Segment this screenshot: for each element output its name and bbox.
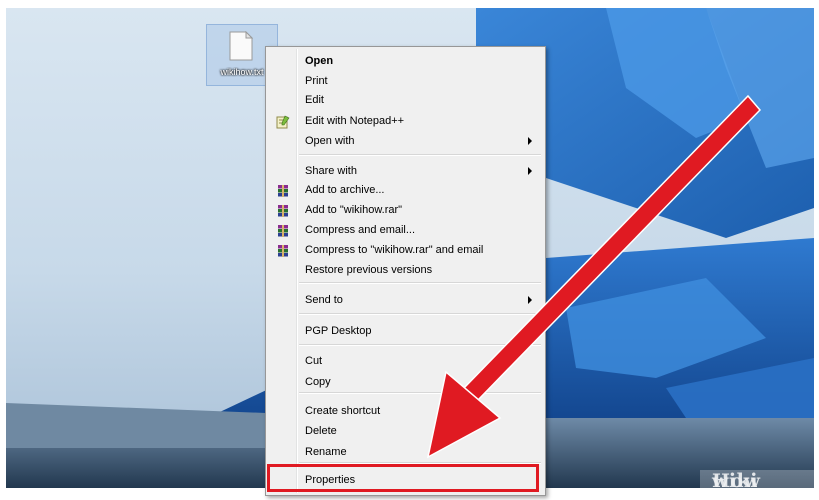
arrow-shaft (462, 94, 762, 402)
watermark-how: How (712, 470, 761, 492)
annotation-arrow (426, 94, 762, 459)
properties-highlight-box (267, 464, 539, 492)
wikihow-watermark: wiki How (700, 470, 814, 492)
